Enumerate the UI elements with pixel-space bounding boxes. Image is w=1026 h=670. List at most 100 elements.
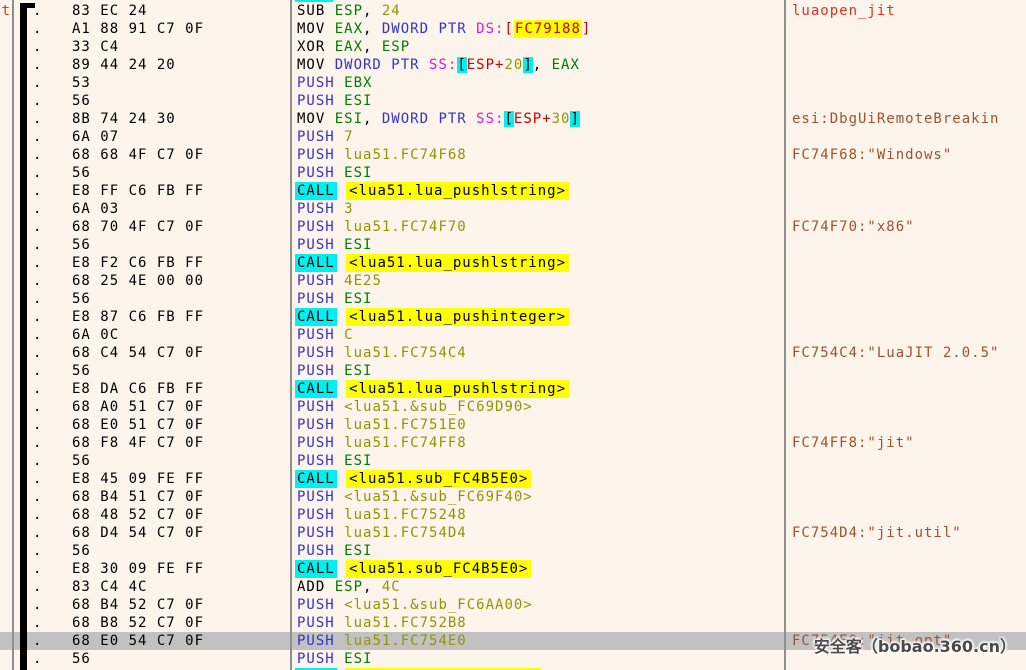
asm-token: <lua51.&sub_FC69D90> [344, 399, 533, 415]
asm-row[interactable]: .68 48 52 C7 0FPUSH lua51.FC75248 [0, 506, 1026, 524]
column-separator-address[interactable] [12, 0, 14, 670]
asm-row[interactable]: .53PUSH EBX [0, 74, 1026, 92]
call-mnemonic-highlight: CALL [295, 308, 337, 326]
asm-token: 4C [382, 579, 401, 595]
asm-row[interactable]: .8B 74 24 30MOV ESI, DWORD PTR SS:[ESP+3… [0, 110, 1026, 128]
asm-token: PUSH [297, 507, 344, 523]
asm-token: lua51.FC75248 [344, 507, 467, 523]
asm-token [337, 471, 346, 487]
asm-token: 3 [344, 201, 353, 217]
asm-row[interactable]: .68 B8 52 C7 0FPUSH lua51.FC752B8 [0, 614, 1026, 632]
asm-token: ESI [344, 165, 372, 181]
asm-row[interactable]: .E8 30 09 FE FFCALL <lua51.sub_FC4B5E0> [0, 560, 1026, 578]
hex-bytes: 68 D4 54 C7 0F [72, 524, 204, 542]
asm-token: PUSH [297, 345, 344, 361]
asm-row[interactable]: .E8 FF C6 FB FFCALL <lua51.lua_pushlstri… [0, 182, 1026, 200]
row-dot: . [33, 488, 42, 506]
asm-row[interactable]: .A1 88 91 C7 0FMOV EAX, DWORD PTR DS:[FC… [0, 20, 1026, 38]
asm-row[interactable]: .89 44 24 20MOV DWORD PTR SS:[ESP+20], E… [0, 56, 1026, 74]
hex-bytes: 6A 0C [72, 326, 119, 344]
asm-row[interactable]: .68 C4 54 C7 0FPUSH lua51.FC754C4FC754C4… [0, 344, 1026, 362]
asm-row[interactable]: .83 C4 4CADD ESP, 4C [0, 578, 1026, 596]
asm-token: lua51.FC74F70 [344, 219, 467, 235]
asm-token: ] [570, 111, 579, 127]
asm-token: lua51.FC751E0 [344, 417, 467, 433]
asm-token: PUSH [297, 273, 344, 289]
asm-token: PUSH [297, 525, 344, 541]
asm-row[interactable]: .83 EC 24SUB ESP, 24luaopen_jit [0, 2, 1026, 20]
asm-row[interactable]: .68 D4 54 C7 0FPUSH lua51.FC754D4FC754D4… [0, 524, 1026, 542]
asm-token: ESP [335, 3, 363, 19]
asm-row[interactable]: .56PUSH ESI [0, 290, 1026, 308]
asm-row[interactable]: .56PUSH ESI [0, 236, 1026, 254]
asm-token: <lua51.&sub_FC69F40> [344, 489, 533, 505]
instruction: PUSH ESI [297, 236, 372, 254]
asm-token: PUSH [297, 453, 344, 469]
column-separator-comment[interactable] [784, 0, 786, 670]
hex-bytes: E8 30 09 FE FF [72, 560, 204, 578]
asm-row[interactable]: .56PUSH ESI [0, 362, 1026, 380]
asm-row[interactable]: .E8 F2 C6 FB FFCALL <lua51.lua_pushlstri… [0, 254, 1026, 272]
asm-row[interactable]: .56PUSH ESI [0, 542, 1026, 560]
asm-token: PUSH [297, 417, 344, 433]
row-dot: . [33, 614, 42, 632]
asm-token: PUSH [297, 651, 344, 667]
asm-token: ESI [335, 111, 363, 127]
asm-token: [ [504, 111, 513, 127]
asm-row[interactable]: .68 68 4F C7 0FPUSH lua51.FC74F68FC74F68… [0, 146, 1026, 164]
asm-token: SS: [429, 57, 457, 73]
asm-row[interactable]: .68 25 4E 00 00PUSH 4E25 [0, 272, 1026, 290]
asm-row[interactable]: .56PUSH ESI [0, 452, 1026, 470]
asm-row[interactable]: .68 B4 52 C7 0FPUSH <lua51.&sub_FC6AA00> [0, 596, 1026, 614]
instruction: CALL <lua51.sub_FC4B5E0> [297, 470, 531, 488]
asm-row[interactable]: .68 F8 4F C7 0FPUSH lua51.FC74FF8FC74FF8… [0, 434, 1026, 452]
asm-token: PUSH [297, 615, 344, 631]
asm-token: SS: [476, 111, 504, 127]
asm-rows: .83 EC 24SUB ESP, 24luaopen_jit.A1 88 91… [0, 2, 1026, 670]
row-dot: . [33, 344, 42, 362]
asm-row[interactable]: .6A 0CPUSH C [0, 326, 1026, 344]
hex-bytes: 89 44 24 20 [72, 56, 176, 74]
asm-row[interactable]: .6A 03PUSH 3 [0, 200, 1026, 218]
row-dot: . [33, 542, 42, 560]
instruction: CALL <lua51.lua_pushlstring> [297, 182, 569, 200]
asm-row[interactable]: .56PUSH ESI [0, 92, 1026, 110]
asm-token: 30 [552, 111, 571, 127]
instruction: CALL <lua51.sub_FC4B5E0> [297, 560, 531, 578]
asm-token: MOV [297, 57, 335, 73]
asm-row[interactable]: .33 C4XOR EAX, ESP [0, 38, 1026, 56]
asm-row[interactable]: .E8 45 09 FE FFCALL <lua51.sub_FC4B5E0> [0, 470, 1026, 488]
row-dot: . [33, 110, 42, 128]
asm-token: PUSH [297, 165, 344, 181]
asm-token: FC79188 [514, 20, 582, 38]
asm-token: DWORD PTR [382, 111, 476, 127]
row-dot: . [33, 164, 42, 182]
asm-token: lua51.FC754C4 [344, 345, 467, 361]
asm-row[interactable]: .56PUSH ESI [0, 164, 1026, 182]
asm-token: 4E25 [344, 273, 382, 289]
asm-row[interactable]: .68 B4 51 C7 0FPUSH <lua51.&sub_FC69F40> [0, 488, 1026, 506]
instruction: PUSH 7 [297, 128, 354, 146]
column-separator-hexdump[interactable] [290, 0, 292, 670]
asm-row[interactable]: .E8 87 C6 FB FFCALL <lua51.lua_pushinteg… [0, 308, 1026, 326]
hex-bytes: E8 FF C6 FB FF [72, 182, 204, 200]
asm-token: MOV [297, 111, 335, 127]
call-mnemonic-highlight: CALL [295, 380, 337, 398]
asm-token: ESI [344, 543, 372, 559]
asm-row[interactable]: .68 70 4F C7 0FPUSH lua51.FC74F70FC74F70… [0, 218, 1026, 236]
row-dot: . [33, 596, 42, 614]
instruction: PUSH <lua51.&sub_FC69F40> [297, 488, 533, 506]
asm-row[interactable]: .6A 07PUSH 7 [0, 128, 1026, 146]
asm-token: ESP+ [467, 57, 505, 73]
asm-token [337, 183, 346, 199]
hex-bytes: 68 B4 52 C7 0F [72, 596, 204, 614]
asm-token: EAX [335, 39, 363, 55]
instruction: PUSH lua51.FC74F70 [297, 218, 467, 236]
asm-row[interactable]: .68 A0 51 C7 0FPUSH <lua51.&sub_FC69D90> [0, 398, 1026, 416]
instruction: PUSH lua51.FC74F68 [297, 146, 467, 164]
asm-token: C [344, 327, 353, 343]
asm-token: , [363, 3, 382, 19]
call-target-highlight: <lua51.lua_pushinteger> [346, 308, 569, 326]
asm-row[interactable]: .68 E0 51 C7 0FPUSH lua51.FC751E0 [0, 416, 1026, 434]
asm-row[interactable]: .E8 DA C6 FB FFCALL <lua51.lua_pushlstri… [0, 380, 1026, 398]
